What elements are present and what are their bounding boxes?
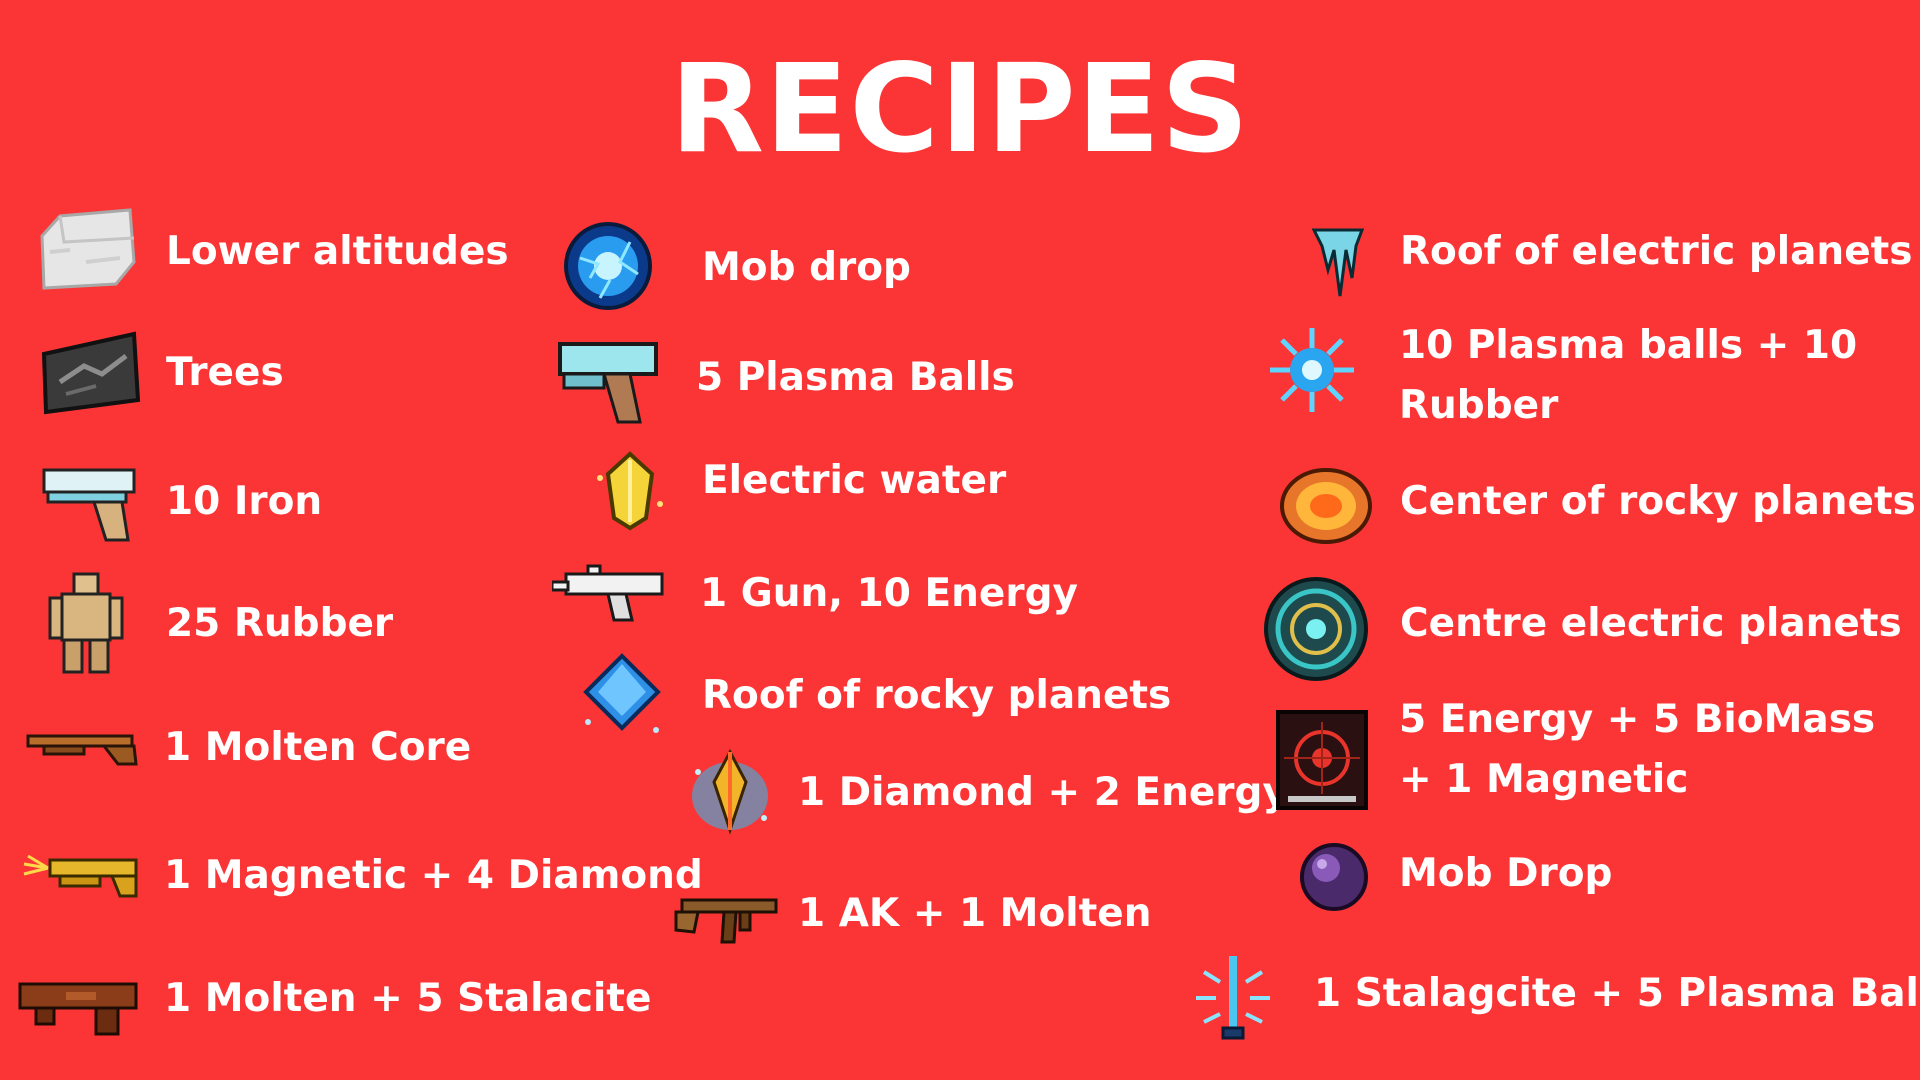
recipe-label: Roof of rocky planets [702, 673, 1172, 718]
recipe-label: 1 Stalagcite + 5 Plasma Balls [1314, 971, 1920, 1016]
page-title: RECIPES [670, 38, 1250, 180]
recipe-label: 10 Iron [166, 479, 323, 524]
plasma-burst-icon [1264, 322, 1360, 418]
recipe-label: 1 AK + 1 Molten [798, 891, 1152, 936]
recipe-label: Center of rocky planets [1400, 479, 1916, 524]
ak-rifle-icon [674, 880, 780, 950]
radar-device-icon [1274, 708, 1370, 812]
plasma-ball-icon [560, 218, 656, 314]
biomass-orb-icon [1298, 842, 1370, 912]
pistol-icon [36, 456, 148, 552]
recipe-label: 1 Molten Core [164, 725, 472, 770]
plasma-gun-icon [554, 334, 664, 430]
recipe-label: Roof of electric planets [1400, 229, 1913, 274]
magnetic-disc-icon [1262, 576, 1370, 682]
recipe-label: 5 Energy + 5 BioMass + 1 Magnetic [1399, 697, 1876, 802]
recipe-label: Trees [166, 350, 284, 395]
rubber-block-icon [30, 202, 142, 298]
recipe-label: 5 Plasma Balls [696, 355, 1015, 400]
stalactite-icon [1312, 226, 1364, 300]
stone-slab-icon [36, 328, 148, 424]
recipe-label: Electric water [702, 458, 1007, 503]
golden-blaster-icon [20, 838, 142, 914]
magic-gem-icon [682, 742, 778, 842]
recipe-label: 25 Rubber [166, 601, 394, 646]
molten-core-icon [1276, 464, 1376, 548]
white-blaster-icon [552, 562, 668, 624]
diamond-icon [576, 650, 668, 740]
rifle-icon [24, 708, 142, 788]
recipe-label: 1 Molten + 5 Stalacite [164, 976, 652, 1021]
rubber-suit-icon [36, 570, 136, 676]
recipe-label: 1 Magnetic + 4 Diamond [164, 853, 703, 898]
recipe-label: 10 Plasma balls + 10 Rubber [1399, 323, 1858, 428]
recipe-label: Mob drop [702, 245, 911, 290]
recipe-label: 1 Diamond + 2 Energy [798, 770, 1288, 815]
recipe-label: 1 Gun, 10 Energy [700, 571, 1078, 616]
recipe-label: Mob Drop [1399, 851, 1613, 896]
lightning-rod-icon [1190, 952, 1276, 1042]
rocket-launcher-icon [16, 962, 142, 1042]
recipe-label: Centre electric planets [1400, 601, 1902, 646]
recipe-label: Lower altitudes [166, 229, 509, 274]
energy-crystal-icon [590, 448, 670, 532]
